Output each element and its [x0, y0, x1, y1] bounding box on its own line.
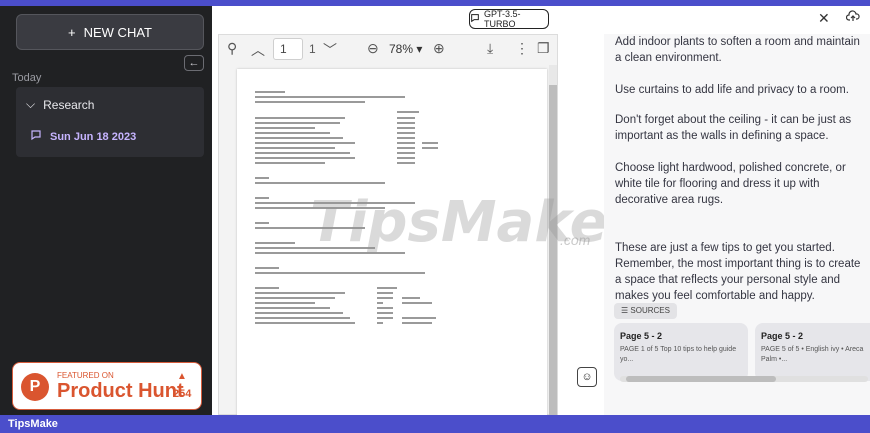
- watermark-suffix: .com: [560, 232, 591, 248]
- folder-label: Research: [43, 97, 95, 112]
- upvote-count: 254: [173, 388, 192, 400]
- app-root: + NEW CHAT ← Today ⌵ Research Sun Jun 18…: [0, 0, 870, 433]
- page-total: 1: [309, 42, 316, 56]
- product-hunt-logo-icon: P: [21, 373, 49, 401]
- footer-label: TipsMake: [8, 418, 58, 430]
- sources-button[interactable]: ☰ SOURCES: [614, 303, 677, 319]
- product-hunt-caption: FEATURED ON: [57, 371, 114, 380]
- model-label: GPT-3.5-TURBO: [484, 9, 521, 29]
- sources-label: SOURCES: [630, 306, 670, 315]
- chat-item-label: Sun Jun 18 2023: [50, 130, 137, 143]
- source-card-title: Page 5 - 2: [761, 331, 804, 341]
- search-icon[interactable]: ⚲: [227, 40, 237, 57]
- chat-paragraph: These are just a few tips to get you sta…: [615, 242, 861, 302]
- source-card-title: Page 5 - 2: [620, 331, 663, 341]
- product-hunt-badge[interactable]: P FEATURED ON Product Hunt ▲ 254: [12, 362, 202, 410]
- more-options-icon[interactable]: ⋮: [515, 40, 529, 57]
- chat-paragraph: Add indoor plants to soften a room and m…: [615, 36, 860, 64]
- source-card-body: PAGE 5 of 5 • English ivy • Areca Palm •…: [761, 346, 864, 363]
- sources-scroll-thumb[interactable]: [626, 376, 776, 382]
- page-number-input[interactable]: 1: [273, 38, 303, 60]
- collapse-sidebar-button[interactable]: ←: [184, 55, 204, 71]
- zoom-value: 78%: [389, 42, 414, 56]
- sources-icon: ☰: [621, 306, 629, 315]
- folder-header[interactable]: ⌵ Research: [26, 97, 94, 112]
- sources-scrollbar[interactable]: [620, 376, 868, 382]
- bot-face-icon[interactable]: ☺: [577, 367, 597, 387]
- upvote-icon: ▲: [177, 371, 187, 382]
- model-selector[interactable]: GPT-3.5-TURBO: [469, 9, 549, 29]
- source-card[interactable]: Page 5 - 2 PAGE 1 of 5 Top 10 tips to he…: [614, 323, 748, 381]
- zoom-in-icon[interactable]: ⊕: [433, 40, 445, 57]
- footer-bar: TipsMake: [0, 415, 870, 433]
- chat-bubble-icon: [30, 129, 42, 144]
- chevron-up-icon[interactable]: ︿: [251, 40, 265, 60]
- zoom-level[interactable]: 78% ▾: [389, 42, 422, 56]
- new-chat-label: NEW CHAT: [83, 24, 152, 40]
- folder-research[interactable]: ⌵ Research Sun Jun 18 2023: [16, 87, 204, 157]
- new-chat-button[interactable]: + NEW CHAT: [16, 14, 204, 50]
- chevron-down-icon[interactable]: ﹀: [323, 40, 337, 60]
- chat-item[interactable]: Sun Jun 18 2023: [30, 129, 136, 144]
- source-card[interactable]: Page 5 - 2 PAGE 5 of 5 • English ivy • A…: [755, 323, 870, 381]
- product-hunt-title: Product Hunt: [57, 380, 184, 402]
- arrow-left-icon: ←: [188, 57, 200, 69]
- section-heading-today: Today: [12, 72, 42, 84]
- sidebar: + NEW CHAT ← Today ⌵ Research Sun Jun 18…: [0, 6, 212, 415]
- upload-cloud-icon[interactable]: [845, 10, 860, 25]
- chevron-down-icon: ⌵: [26, 97, 36, 111]
- chat-paragraph: Choose light hardwood, polished concrete…: [615, 162, 846, 206]
- source-card-body: PAGE 1 of 5 Top 10 tips to help guide yo…: [620, 346, 737, 363]
- pdf-toolbar: ⚲ ︿ 1 1 ﹀ ⊖ 78% ▾ ⊕ ⤓ ⋮ ❐: [219, 35, 559, 63]
- zoom-out-icon[interactable]: ⊖: [367, 40, 379, 57]
- close-icon[interactable]: ✕: [818, 10, 830, 27]
- chat-bubble-icon: [470, 13, 480, 25]
- chat-paragraph: Don't forget about the ceiling - it can …: [615, 114, 852, 142]
- chat-paragraph: Use curtains to add life and privacy to …: [615, 84, 849, 96]
- download-icon[interactable]: ⤓: [487, 40, 493, 57]
- plus-icon: +: [68, 24, 76, 40]
- copy-icon[interactable]: ❐: [537, 40, 550, 57]
